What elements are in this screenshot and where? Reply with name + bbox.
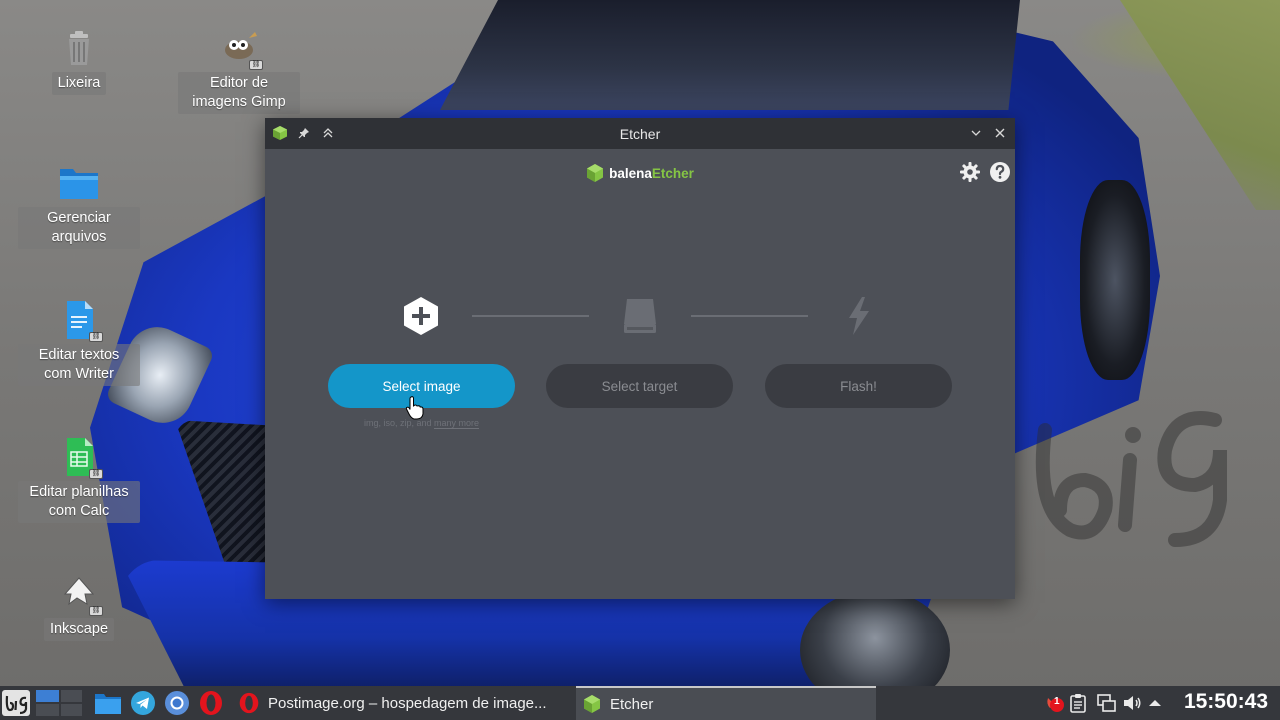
chromium-browser-icon[interactable] bbox=[164, 686, 192, 720]
desktop-icon-label: Editor de imagens Gimp bbox=[178, 72, 300, 114]
desktop-icon-writer[interactable]: ⛓ Editar textos com Writer bbox=[18, 300, 140, 386]
desktop-icon-calc[interactable]: ⛓ Editar planilhas com Calc bbox=[18, 437, 140, 523]
desktop-icon-label: Gerenciar arquivos bbox=[18, 207, 140, 249]
opera-browser-icon[interactable] bbox=[198, 686, 226, 720]
calc-spreadsheet-icon: ⛓ bbox=[59, 437, 103, 479]
telegram-icon[interactable] bbox=[130, 686, 158, 720]
window-titlebar[interactable]: Etcher bbox=[265, 118, 1015, 149]
writer-document-icon: ⛓ bbox=[59, 300, 103, 342]
desktop-icon-label: Inkscape bbox=[43, 618, 115, 641]
drive-icon bbox=[620, 296, 660, 336]
update-notification-icon[interactable]: 1 bbox=[1044, 686, 1066, 720]
taskbar-task-postimage[interactable]: Postimage.org – hospedagem de image... bbox=[232, 686, 570, 720]
desktop-icon-gerenciar-arquivos[interactable]: Gerenciar arquivos bbox=[18, 163, 140, 249]
shortcut-link-icon: ⛓ bbox=[249, 60, 263, 70]
desktop-icon-inkscape[interactable]: ⛓ Inkscape bbox=[18, 574, 140, 641]
notification-count: 1 bbox=[1054, 696, 1060, 707]
network-icon[interactable] bbox=[1096, 686, 1118, 720]
trash-icon bbox=[59, 28, 99, 68]
workspace-switcher[interactable] bbox=[34, 686, 84, 720]
clipboard-icon[interactable] bbox=[1070, 686, 1090, 720]
plus-hexagon-icon[interactable] bbox=[401, 296, 441, 336]
balena-cube-icon bbox=[587, 164, 604, 182]
desktop-icon-label: Editar textos com Writer bbox=[18, 344, 140, 386]
taskbar: Postimage.org – hospedagem de image... E… bbox=[0, 686, 1280, 720]
big-linux-watermark-logo bbox=[1035, 411, 1227, 547]
opera-browser-icon bbox=[239, 692, 259, 714]
clock[interactable]: 15:50:43 bbox=[1184, 690, 1268, 714]
file-manager-icon[interactable] bbox=[94, 686, 122, 720]
desktop-icon-label: Editar planilhas com Calc bbox=[18, 481, 140, 523]
close-icon[interactable] bbox=[991, 124, 1009, 142]
wallpaper-car-rear-wheel bbox=[1080, 180, 1150, 380]
shortcut-link-icon: ⛓ bbox=[89, 332, 103, 342]
gear-icon[interactable] bbox=[959, 161, 981, 183]
desktop-icon-lixeira[interactable]: Lixeira bbox=[18, 28, 140, 95]
step-connector bbox=[691, 315, 808, 317]
minimize-chevron-icon[interactable] bbox=[967, 124, 985, 142]
lightning-flash-icon bbox=[839, 296, 879, 336]
help-icon[interactable] bbox=[989, 161, 1011, 183]
keep-above-icon[interactable] bbox=[319, 124, 337, 142]
desktop-icon-gimp[interactable]: ⛓ Editor de imagens Gimp bbox=[178, 28, 300, 114]
gimp-icon: ⛓ bbox=[219, 28, 263, 70]
pin-icon[interactable] bbox=[295, 124, 313, 142]
task-label: Postimage.org – hospedagem de image... bbox=[268, 694, 547, 712]
inkscape-icon: ⛓ bbox=[59, 574, 103, 616]
brand-prefix: balena bbox=[609, 165, 652, 181]
tray-expand-icon[interactable] bbox=[1148, 686, 1168, 720]
app-cube-icon[interactable] bbox=[271, 124, 289, 142]
task-label: Etcher bbox=[610, 695, 654, 713]
hand-cursor-icon bbox=[405, 396, 424, 420]
window-title: Etcher bbox=[619, 125, 661, 142]
etcher-header: balenaEtcher bbox=[265, 149, 1015, 197]
volume-icon[interactable] bbox=[1122, 686, 1144, 720]
shortcut-link-icon: ⛓ bbox=[89, 469, 103, 479]
brand-suffix: Etcher bbox=[651, 165, 694, 181]
balena-etcher-logo: balenaEtcher bbox=[586, 163, 694, 183]
shortcut-link-icon: ⛓ bbox=[89, 606, 103, 616]
big-linux-menu-icon[interactable] bbox=[2, 686, 32, 720]
folder-icon bbox=[59, 163, 99, 203]
many-more-link[interactable]: many more bbox=[434, 418, 480, 429]
select-target-button[interactable]: Select target bbox=[546, 364, 733, 408]
flash-button[interactable]: Flash! bbox=[765, 364, 952, 408]
step-connector bbox=[472, 315, 589, 317]
wallpaper-car-roof bbox=[440, 0, 1020, 110]
steps-row bbox=[265, 296, 1015, 340]
desktop-icon-label: Lixeira bbox=[51, 72, 107, 95]
taskbar-task-etcher[interactable]: Etcher bbox=[576, 686, 876, 720]
etcher-window: Etcher balenaEtcher Select image Select … bbox=[265, 118, 1015, 599]
balena-cube-icon bbox=[584, 695, 600, 713]
